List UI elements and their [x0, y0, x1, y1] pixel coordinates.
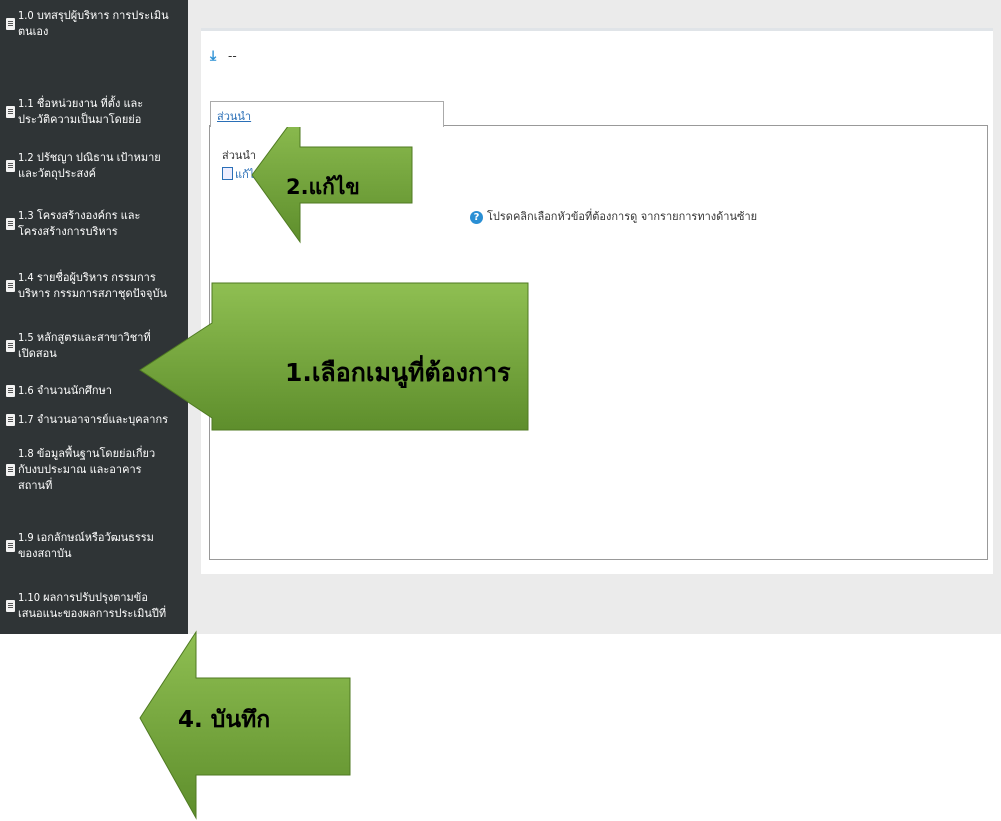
tab-intro[interactable]: ส่วนนำ — [210, 101, 444, 127]
step1-label: 1.เลือกเมนูที่ต้องการ — [285, 358, 511, 387]
annotation-overlay — [139, 108, 529, 820]
step4-label: 4. บันทึก — [178, 707, 271, 733]
step2-label: 2.แก้ไข — [286, 175, 360, 199]
tab-intro-label[interactable]: ส่วนนำ — [217, 107, 251, 125]
